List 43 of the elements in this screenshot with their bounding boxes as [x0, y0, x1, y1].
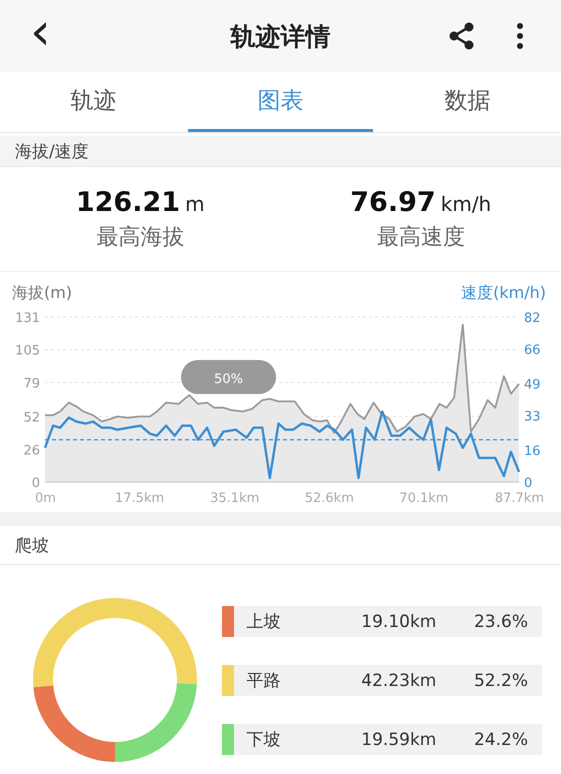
tick-label: 131 [15, 311, 40, 326]
tick-label: 70.1km [399, 491, 448, 506]
tick-label: 66 [524, 343, 541, 358]
stat-label: 最高速度 [376, 224, 465, 252]
tab[interactable]: 轨迹 [1, 72, 186, 132]
legend-distance: 19.59km [361, 730, 438, 750]
tick-label: 26 [23, 443, 40, 458]
tick-label: 79 [23, 376, 40, 392]
legend-label: 平路 [246, 670, 282, 692]
legend-distance: 19.10km [361, 612, 438, 632]
legend-percent: 23.6% [474, 612, 529, 632]
stat-label: 最高海拔 [96, 224, 184, 252]
tick-label: 0 [524, 476, 532, 491]
back-button[interactable]: ‹ [0, 6, 51, 66]
stat-value: 126.21 [76, 186, 180, 218]
tick-label: 16 [524, 444, 541, 459]
tick-label: 17.5km [115, 491, 164, 506]
tick-label: 0 [32, 476, 40, 491]
tick-label: 52 [23, 410, 40, 426]
stat-unit: m [185, 192, 205, 216]
legend-label: 下坡 [246, 729, 282, 751]
tick-label: 33 [524, 410, 541, 425]
tick-label: 35.1km [210, 491, 260, 506]
legend-percent: 24.2% [474, 730, 529, 750]
tick-label: 87.7km [494, 491, 544, 506]
stat-unit: km/h [440, 192, 492, 216]
tick-label: 49 [524, 377, 541, 392]
page-title: 轨迹详情 [230, 20, 330, 52]
section-title: 海拔/速度 [15, 140, 89, 162]
axis-title: 速度(km/h) [461, 283, 546, 302]
legend-label: 上坡 [246, 611, 282, 633]
tick-label: 82 [524, 311, 541, 326]
tick-label: 0m [35, 491, 56, 506]
tick-label: 52.6km [304, 491, 354, 506]
zoom-level: 50% [214, 372, 243, 387]
tab[interactable]: 数据 [375, 72, 560, 132]
legend-percent: 52.2% [474, 670, 529, 690]
stat-value: 76.97 [350, 186, 436, 218]
section-title: 爬坡 [15, 534, 49, 556]
legend-distance: 42.23km [361, 670, 438, 690]
axis-title: 海拔(m) [12, 283, 72, 302]
tick-label: 105 [15, 344, 40, 359]
more-icon[interactable] [515, 21, 525, 51]
